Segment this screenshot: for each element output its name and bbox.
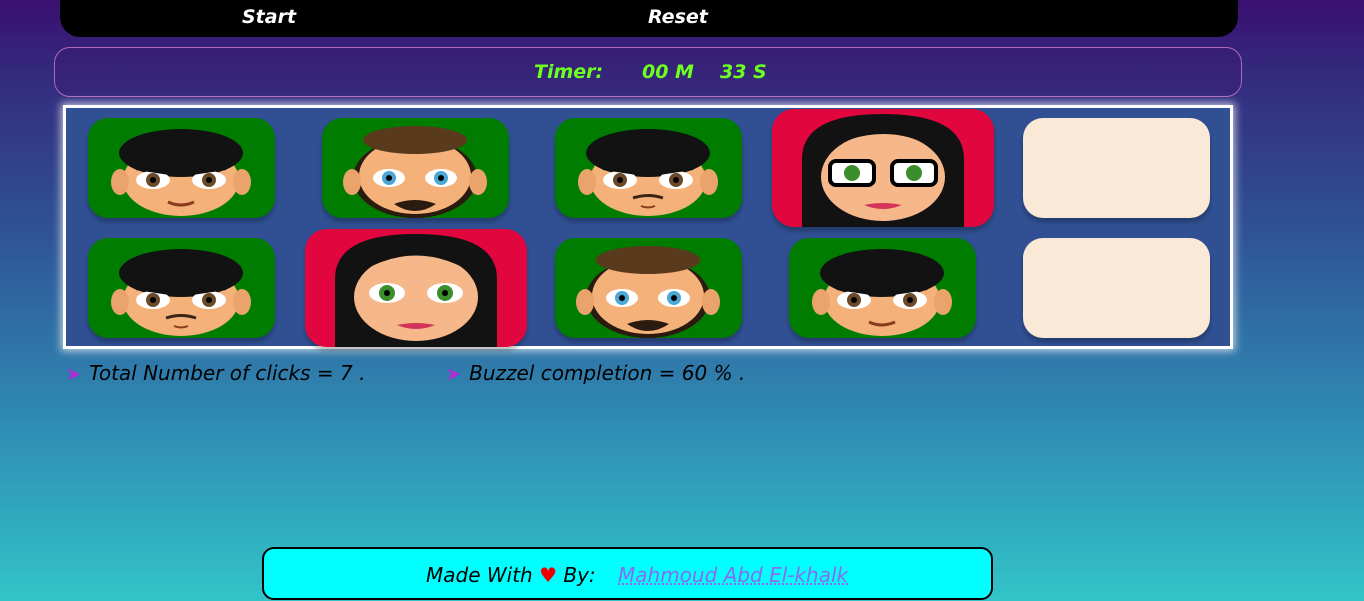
footer: Made With ♥ By: Mahmoud Abd El-khalk [262,547,993,600]
by-label: By: [563,563,596,587]
man-black-hair-icon [111,129,251,216]
timer-minutes: 00 M [642,61,694,83]
man-black-hair-icon [812,249,952,336]
card-hidden[interactable] [1023,118,1210,218]
made-with-text: Made With ♥ By: [426,563,596,587]
game-board [63,105,1233,349]
timer-seconds: 33 S [720,61,767,83]
card-hidden[interactable] [1023,238,1210,338]
man-mustache-icon [578,129,718,216]
card-man-beard[interactable] [555,238,742,338]
card-woman[interactable] [305,229,527,347]
arrow-icon: ➤ [66,364,82,385]
woman-glasses-icon [802,114,964,227]
completion-stat: ➤ Buzzel completion = 60 % . [446,361,745,385]
made-with-label: Made With [426,563,533,587]
clicks-text: Total Number of clicks = 7 . [89,361,366,385]
woman-icon [335,234,497,347]
completion-text: Buzzel completion = 60 % . [469,361,746,385]
card-man-black-hair[interactable] [88,118,275,218]
reset-button[interactable]: Reset [648,6,708,28]
author-link[interactable]: Mahmoud Abd El-khalk [618,563,848,587]
timer-bar: Timer: 00 M 33 S [54,47,1242,97]
man-beard-icon [343,126,487,218]
card-woman-glasses[interactable] [772,109,994,227]
timer-label: Timer: [534,61,604,83]
control-bar: Start Reset [60,0,1238,37]
card-man-black-hair[interactable] [789,238,976,338]
start-button[interactable]: Start [242,6,296,28]
card-man-mustache[interactable] [88,238,275,338]
man-beard-icon [576,246,720,338]
man-mustache-icon [111,249,251,336]
arrow-icon: ➤ [446,364,462,385]
card-man-mustache[interactable] [555,118,742,218]
clicks-stat: ➤ Total Number of clicks = 7 . [66,361,365,385]
heart-icon: ♥ [539,563,558,587]
card-man-beard[interactable] [322,118,509,218]
